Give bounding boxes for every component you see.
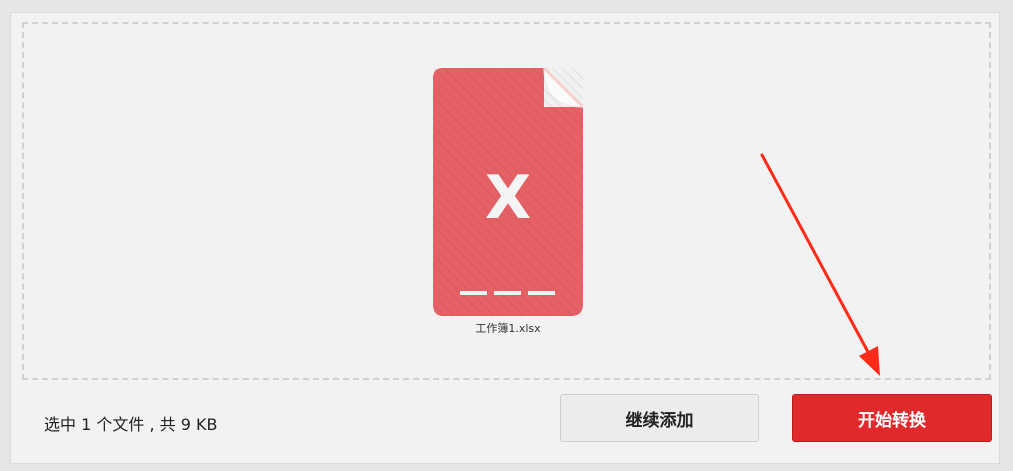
converter-panel: X 工作簿1.xlsx 选中 1 个文件 , 共 9 KB 继续添加 开始转换 <box>10 12 1000 464</box>
excel-file-icon: X <box>433 68 583 316</box>
file-item[interactable]: X 工作簿1.xlsx <box>433 68 583 338</box>
start-convert-button[interactable]: 开始转换 <box>792 394 992 442</box>
file-icon-letter: X <box>485 163 531 233</box>
selection-summary: 选中 1 个文件 , 共 9 KB <box>44 415 218 434</box>
add-more-button[interactable]: 继续添加 <box>560 394 759 442</box>
file-name-label: 工作簿1.xlsx <box>475 322 541 335</box>
file-drop-zone[interactable]: X 工作簿1.xlsx <box>22 22 991 380</box>
